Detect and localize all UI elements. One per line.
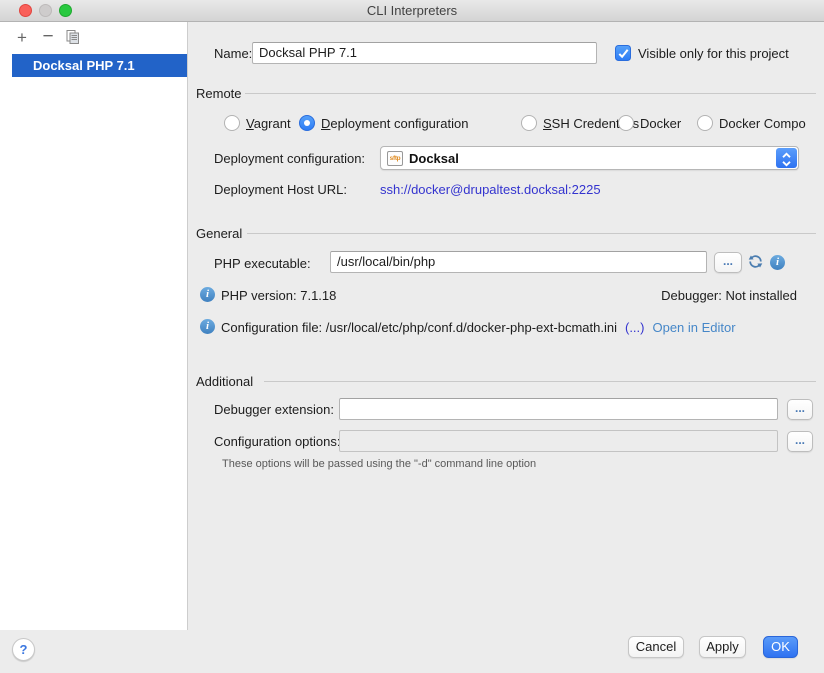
- copy-interpreter-icon[interactable]: [64, 28, 82, 46]
- add-interpreter-button[interactable]: +: [13, 29, 31, 47]
- radio-docker[interactable]: Docker: [618, 114, 681, 132]
- configuration-options-label: Configuration options:: [214, 434, 340, 449]
- radio-docker-compose-label: Docker Compo: [719, 116, 806, 131]
- configuration-file-row: Configuration file: /usr/local/etc/php/c…: [221, 320, 736, 335]
- options-hint-text: These options will be passed using the "…: [222, 458, 536, 470]
- deployment-configuration-label: Deployment configuration:: [214, 151, 365, 166]
- cancel-button[interactable]: Cancel: [628, 636, 684, 658]
- radio-circle-icon: [521, 115, 537, 131]
- radio-docker-compose[interactable]: Docker Compo: [697, 114, 806, 132]
- remove-interpreter-button[interactable]: −: [39, 29, 57, 47]
- deployment-configuration-select[interactable]: sftp Docksal: [380, 146, 799, 170]
- debugger-status-text: Debugger: Not installed: [661, 288, 797, 303]
- radio-docker-label: Docker: [640, 116, 681, 131]
- radio-selected-icon: [299, 115, 315, 131]
- window-title: CLI Interpreters: [0, 0, 824, 21]
- general-section-title: General: [196, 226, 242, 241]
- radio-deployment-configuration[interactable]: Deployment configuration: [299, 114, 468, 132]
- deployment-host-url-label: Deployment Host URL:: [214, 182, 347, 197]
- info-icon: i: [200, 319, 215, 334]
- dialog-footer: ? Cancel Apply OK: [0, 630, 824, 673]
- interpreter-list: Docksal PHP 7.1: [0, 54, 187, 77]
- radio-deployment-label: Deployment configuration: [321, 116, 468, 131]
- deployment-configuration-value: Docksal: [409, 151, 459, 166]
- apply-button[interactable]: Apply: [699, 636, 746, 658]
- title-bar: CLI Interpreters: [0, 0, 824, 22]
- sftp-server-icon: sftp: [387, 151, 403, 166]
- name-label: Name:: [214, 46, 252, 61]
- reload-phpinfo-icon[interactable]: [747, 253, 764, 270]
- radio-circle-icon: [224, 115, 240, 131]
- list-item-docksal-php[interactable]: Docksal PHP 7.1: [12, 54, 187, 77]
- php-version-text: PHP version: 7.1.18: [221, 288, 336, 303]
- php-executable-input[interactable]: /usr/local/bin/php: [330, 251, 707, 273]
- debugger-extension-label: Debugger extension:: [214, 402, 334, 417]
- additional-section-title: Additional: [196, 374, 253, 389]
- check-icon: [617, 47, 630, 60]
- debugger-extension-browse-button[interactable]: ...: [787, 399, 813, 420]
- radio-circle-icon: [618, 115, 634, 131]
- name-input[interactable]: Docksal PHP 7.1: [252, 42, 597, 64]
- remote-section-divider: [245, 93, 816, 94]
- radio-vagrant-label: Vagrant: [246, 116, 291, 131]
- configuration-file-text: Configuration file: /usr/local/etc/php/c…: [221, 320, 617, 335]
- php-executable-label: PHP executable:: [214, 256, 311, 271]
- deployment-host-url-link[interactable]: ssh://docker@drupaltest.docksal:2225: [380, 182, 601, 197]
- debugger-extension-input[interactable]: [339, 398, 778, 420]
- configuration-options-input[interactable]: [339, 430, 778, 452]
- remote-section-title: Remote: [196, 86, 242, 101]
- configuration-file-more-link[interactable]: (...): [625, 320, 645, 335]
- configuration-options-browse-button[interactable]: ...: [787, 431, 813, 452]
- cli-interpreters-dialog: CLI Interpreters + − Docksal PHP 7.1 Nam…: [0, 0, 824, 673]
- combobox-arrows-button[interactable]: [776, 148, 797, 168]
- help-button[interactable]: ?: [12, 638, 35, 661]
- info-icon: i: [200, 287, 215, 302]
- open-in-editor-link[interactable]: Open in Editor: [652, 320, 735, 335]
- chevron-up-down-icon: [779, 151, 794, 168]
- radio-vagrant[interactable]: Vagrant: [224, 114, 291, 132]
- additional-section-divider: [264, 381, 816, 382]
- interpreter-list-panel: + − Docksal PHP 7.1: [0, 22, 188, 631]
- ok-button[interactable]: OK: [763, 636, 798, 658]
- visible-only-checkbox[interactable]: [615, 45, 631, 61]
- info-icon: i: [770, 255, 785, 270]
- php-executable-browse-button[interactable]: ...: [714, 252, 742, 273]
- list-toolbar: + −: [0, 22, 187, 54]
- visible-only-checkbox-label[interactable]: Visible only for this project: [638, 46, 789, 61]
- radio-circle-icon: [697, 115, 713, 131]
- general-section-divider: [247, 233, 816, 234]
